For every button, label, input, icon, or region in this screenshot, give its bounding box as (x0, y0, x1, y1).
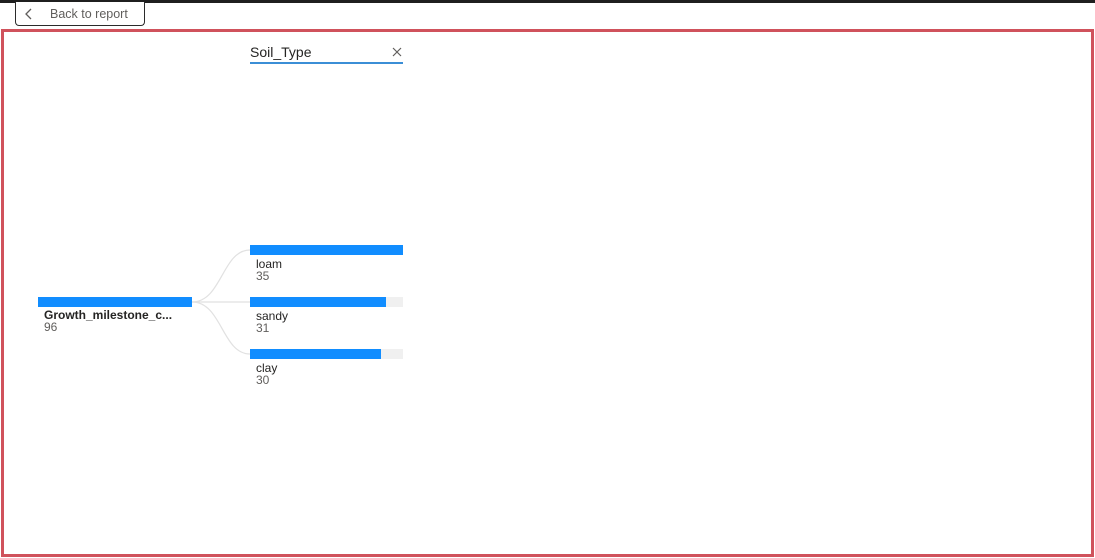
loam-bar (250, 245, 403, 255)
back-to-report-label: Back to report (50, 6, 128, 21)
level-title: Soil_Type (250, 44, 312, 60)
node-loam[interactable]: loam 35 (250, 245, 404, 285)
root-node[interactable]: Growth_milestone_c... 96 (38, 297, 192, 337)
chevron-left-icon (25, 8, 32, 19)
node-clay[interactable]: clay 30 (250, 349, 404, 389)
root-bar (38, 297, 192, 307)
node-sandy[interactable]: sandy 31 (250, 297, 404, 337)
decomposition-tree-visual (1, 29, 1094, 557)
top-rule (0, 0, 1095, 3)
sandy-bar (250, 297, 386, 307)
root-label: Growth_milestone_c... (44, 308, 173, 322)
loam-value: 35 (256, 269, 270, 283)
back-to-report-button[interactable]: Back to report (15, 2, 145, 26)
sandy-value: 31 (256, 321, 270, 335)
root-value: 96 (44, 320, 58, 334)
close-icon[interactable] (391, 46, 403, 58)
level-header-soil-type[interactable]: Soil_Type (250, 44, 403, 64)
clay-bar (250, 349, 382, 359)
clay-value: 30 (256, 373, 270, 387)
